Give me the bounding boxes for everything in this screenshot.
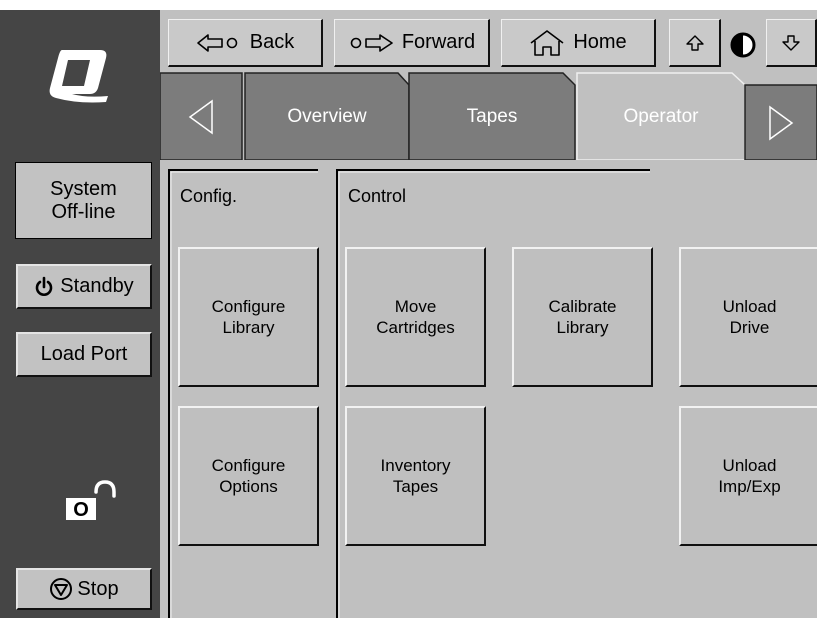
forward-label: Forward <box>401 31 476 53</box>
load-port-button[interactable]: Load Port <box>16 332 152 377</box>
configure-library-button[interactable]: Configure Library <box>178 247 319 387</box>
house-icon <box>530 29 564 56</box>
left-triangle-icon <box>188 99 213 134</box>
back-button[interactable]: Back <box>168 19 323 67</box>
forward-button[interactable]: Forward <box>334 19 490 67</box>
contrast-icon[interactable] <box>729 31 757 59</box>
scroll-down-button[interactable] <box>766 19 817 67</box>
section-frames <box>168 169 650 618</box>
tab-next[interactable] <box>745 85 817 160</box>
back-label: Back <box>249 31 295 53</box>
down-arrow-icon <box>782 34 800 51</box>
inventory-tapes-button[interactable]: Inventory Tapes <box>345 406 486 546</box>
up-arrow-icon <box>685 34 704 51</box>
unlocked-padlock-icon: O <box>66 480 116 521</box>
unload-impexp-button[interactable]: Unload Imp/Exp <box>679 406 817 546</box>
unload-drive-button[interactable]: Unload Drive <box>679 247 817 387</box>
scroll-up-button[interactable] <box>669 19 721 67</box>
move-cartridges-button[interactable]: Move Cartridges <box>345 247 486 387</box>
system-status: System Off-line <box>15 162 152 239</box>
lock-label: O <box>73 499 89 521</box>
stop-icon <box>50 578 73 600</box>
tab-prev[interactable] <box>160 73 242 160</box>
standby-label: Standby <box>60 275 134 297</box>
tab-tapes-label: Tapes <box>466 105 518 127</box>
home-button[interactable]: Home <box>501 19 656 67</box>
control-section-title: Control <box>348 186 407 206</box>
back-arrow-icon <box>196 33 238 52</box>
stop-button[interactable]: Stop <box>16 568 152 610</box>
home-label: Home <box>573 31 627 53</box>
config-section-title: Config. <box>180 186 238 206</box>
power-icon <box>36 276 53 296</box>
tab-overview[interactable]: Overview <box>245 73 409 160</box>
standby-button[interactable]: Standby <box>16 264 152 309</box>
forward-arrow-icon <box>350 33 393 52</box>
tab-operator[interactable]: Operator <box>577 73 745 160</box>
load-port-label: Load Port <box>40 343 128 365</box>
tab-overview-label: Overview <box>287 105 367 127</box>
right-triangle-icon <box>769 105 794 140</box>
calibrate-library-button[interactable]: Calibrate Library <box>512 247 653 387</box>
tab-operator-label: Operator <box>623 105 699 127</box>
configure-options-button[interactable]: Configure Options <box>178 406 319 546</box>
tab-tapes[interactable]: Tapes <box>409 73 575 160</box>
stop-label: Stop <box>77 577 119 600</box>
quantum-logo <box>49 50 108 103</box>
